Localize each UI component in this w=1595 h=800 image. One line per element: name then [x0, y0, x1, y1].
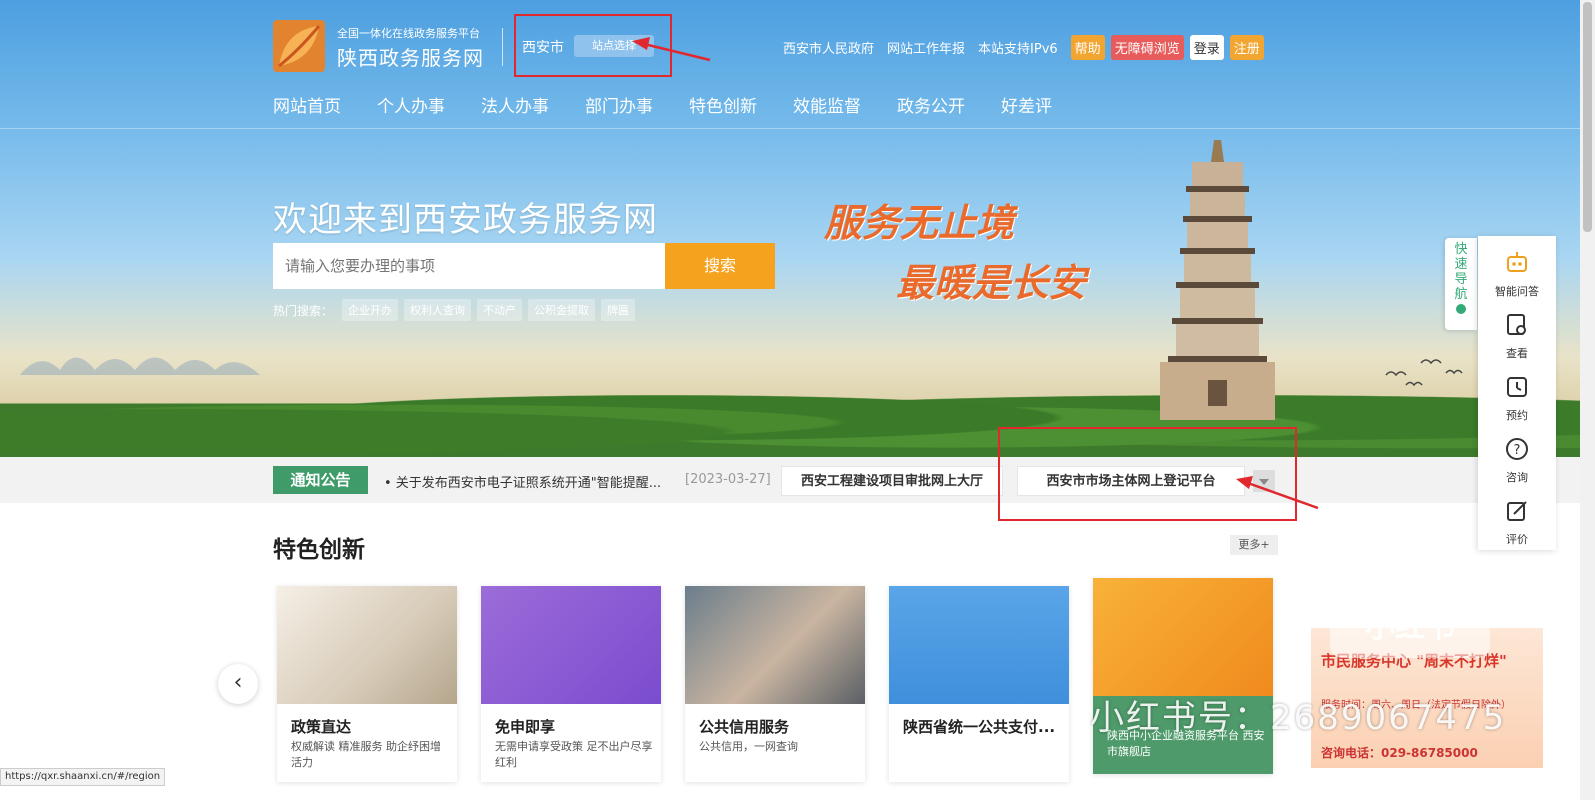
card-desc: 权威解读 精准服务 助企纾困增活力 — [291, 740, 441, 769]
card-title: 免申即享 — [495, 718, 556, 736]
quick-nav-tab[interactable]: 快速导航 — [1445, 238, 1477, 330]
card-image — [481, 586, 661, 704]
nav-departments[interactable]: 部门办事 — [585, 92, 653, 117]
link-annual-report[interactable]: 网站工作年报 — [887, 38, 965, 57]
sidebar-label: 评价 — [1506, 533, 1528, 546]
card-title: 陕西省统一公共支付... — [903, 718, 1056, 736]
card-image — [889, 586, 1069, 704]
nav-supervision[interactable]: 效能监督 — [793, 92, 861, 117]
quick-nav-label: 快速导航 — [1454, 242, 1468, 302]
feature-card[interactable]: 免申即享 无需申请享受政策 足不出户尽享红利 — [481, 586, 661, 782]
quick-nav-dot-icon — [1456, 304, 1466, 314]
hot-search-label: 热门搜索： — [273, 304, 334, 318]
card-desc: 公共信用，一网查询 — [699, 740, 798, 753]
search-input[interactable] — [273, 243, 665, 289]
sidebar-label: 预约 — [1506, 409, 1528, 422]
login-button[interactable]: 登录 — [1189, 35, 1224, 60]
tree-line — [0, 375, 1580, 470]
sidebar-item-appointment[interactable]: 预约 — [1478, 374, 1556, 423]
right-sidebar: 智能问答 查看 预约 ? 咨询 评价 — [1478, 236, 1556, 550]
accessibility-button[interactable]: 无障碍浏览 — [1110, 35, 1184, 60]
slogan-line-2: 最暖是长安 — [896, 260, 1087, 305]
promo-phone: 咨询电话：029-86785000 — [1321, 746, 1478, 760]
card-image — [277, 586, 457, 704]
view-document-icon — [1507, 314, 1526, 335]
feature-card[interactable]: 陕西中小企业融资服务平台 西安市旗舰店 — [1093, 578, 1273, 774]
pagoda-illustration — [1160, 140, 1275, 420]
nav-legal-person[interactable]: 法人办事 — [481, 92, 549, 117]
sidebar-item-view[interactable]: 查看 — [1478, 312, 1556, 361]
card-desc: 无需申请享受政策 足不出户尽享红利 — [495, 740, 653, 769]
hot-tag[interactable]: 企业开办 — [342, 299, 398, 321]
hot-search-tags: 企业开办 权利人查询 不动产 公积金提取 牌匾 — [342, 299, 635, 321]
scrollbar[interactable] — [1580, 0, 1595, 800]
highlight-box-site-select — [514, 14, 672, 77]
clock-icon — [1507, 377, 1527, 397]
svg-text:?: ? — [1514, 443, 1521, 458]
site-logo-icon[interactable] — [273, 20, 325, 72]
nav-rating[interactable]: 好差评 — [1001, 92, 1052, 117]
highlight-box-market-registration — [998, 427, 1297, 521]
notice-headline[interactable]: • 关于发布西安市电子证照系统开通"智能提醒... — [384, 472, 661, 491]
card-image — [685, 586, 865, 704]
scrollbar-thumb[interactable] — [1583, 2, 1592, 232]
main-nav: 网站首页 个人办事 法人办事 部门办事 特色创新 效能监督 政务公开 好差评 — [273, 92, 1088, 117]
register-button[interactable]: 注册 — [1229, 35, 1264, 60]
card-title: 公共信用服务 — [699, 718, 790, 736]
link-city-government[interactable]: 西安市人民政府 — [783, 38, 874, 57]
quick-link-construction[interactable]: 西安工程建设项目审批网上大厅 — [781, 466, 1003, 496]
nav-divider — [0, 128, 1595, 129]
nav-home[interactable]: 网站首页 — [273, 92, 341, 117]
prev-arrow-icon[interactable]: ‹ — [218, 664, 258, 704]
question-icon: ? — [1506, 438, 1528, 460]
notice-tag: 通知公告 — [273, 466, 368, 494]
birds-illustration — [1385, 359, 1463, 387]
hot-tag[interactable]: 牌匾 — [601, 299, 635, 321]
site-title[interactable]: 陕西政务服务网 — [337, 42, 484, 71]
platform-subtitle: 全国一体化在线政务服务平台 — [337, 27, 480, 40]
feature-card[interactable]: 公共信用服务 公共信用，一网查询 — [685, 586, 865, 782]
robot-icon — [1507, 252, 1527, 272]
status-bar-url: https://qxr.shaanxi.cn/#/region — [0, 768, 166, 786]
nav-gov-affairs[interactable]: 政务公开 — [897, 92, 965, 117]
hero-banner — [0, 0, 1580, 470]
section-title: 特色创新 — [273, 537, 365, 563]
card-image — [1093, 578, 1273, 696]
feature-card[interactable]: 陕西省统一公共支付... — [889, 586, 1069, 782]
sidebar-label: 咨询 — [1506, 471, 1528, 484]
more-button[interactable]: 更多+ — [1230, 535, 1278, 555]
top-links: 西安市人民政府 网站工作年报 本站支持IPv6 帮助 无障碍浏览 登录 注册 — [783, 35, 1270, 60]
sidebar-label: 智能问答 — [1495, 285, 1539, 298]
slogan-line-1: 服务无止境 — [824, 200, 1015, 245]
welcome-heading: 欢迎来到西安政务服务网 — [273, 200, 658, 240]
watermark-logo: 小红书 — [1330, 598, 1490, 658]
feature-card[interactable]: 政策直达 权威解读 精准服务 助企纾困增活力 — [277, 586, 457, 782]
nav-innovation[interactable]: 特色创新 — [689, 92, 757, 117]
link-ipv6[interactable]: 本站支持IPv6 — [978, 38, 1058, 57]
card-title: 政策直达 — [291, 718, 352, 736]
sidebar-label: 查看 — [1506, 347, 1528, 360]
hot-tag[interactable]: 不动产 — [477, 299, 522, 321]
edit-icon — [1507, 501, 1527, 521]
hot-tag[interactable]: 权利人查询 — [404, 299, 471, 321]
watermark-text: 小红书号：2689067475 — [1090, 698, 1507, 738]
camel-caravan-illustration — [20, 357, 260, 375]
search-button[interactable]: 搜索 — [665, 243, 775, 289]
header-divider — [502, 28, 503, 66]
sidebar-item-consult[interactable]: ? 咨询 — [1478, 436, 1556, 485]
help-button[interactable]: 帮助 — [1070, 35, 1105, 60]
notice-date: [2023-03-27] — [685, 472, 771, 487]
sidebar-item-ai-qa[interactable]: 智能问答 — [1478, 250, 1556, 299]
hot-tag[interactable]: 公积金提取 — [528, 299, 595, 321]
sidebar-item-evaluate[interactable]: 评价 — [1478, 498, 1556, 547]
nav-personal[interactable]: 个人办事 — [377, 92, 445, 117]
